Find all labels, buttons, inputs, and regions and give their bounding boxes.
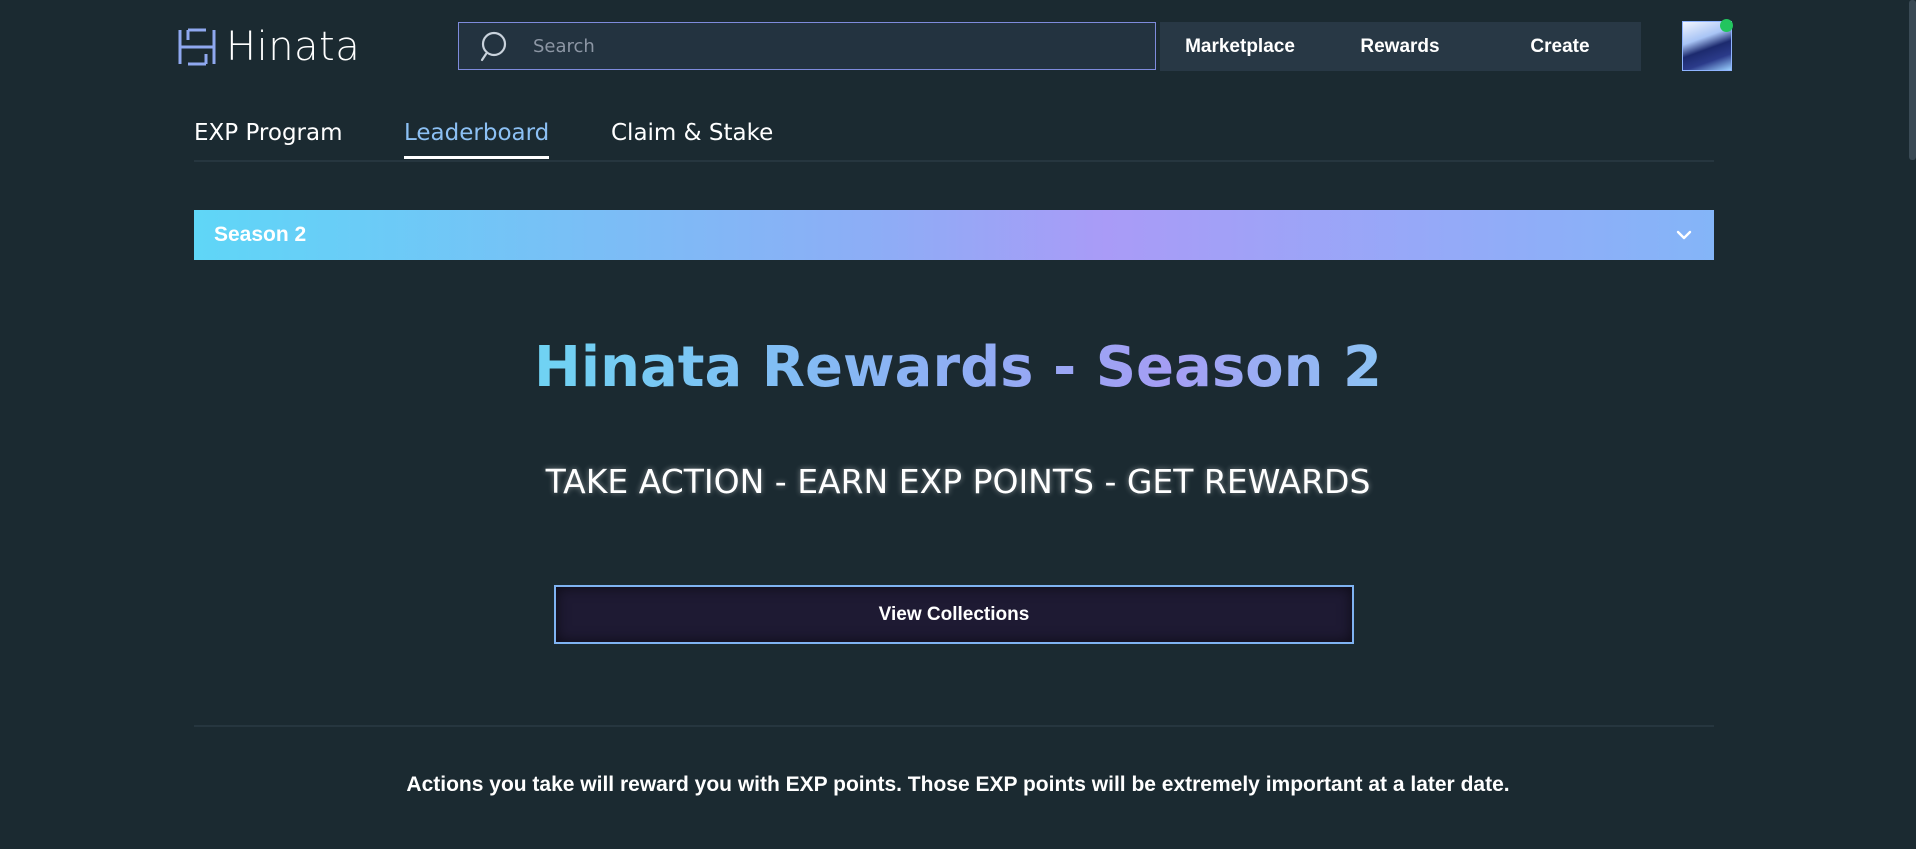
top-nav: Marketplace Rewards Create [1160, 22, 1641, 71]
page-title-text: Hinata Rewards - Season 2 [534, 335, 1382, 400]
nav-create-button[interactable]: Create [1480, 36, 1640, 58]
logo-text: Hinata [226, 24, 361, 70]
nav-rewards-button[interactable]: Rewards [1320, 36, 1480, 58]
chevron-down-icon [1676, 230, 1692, 240]
tab-claim-stake[interactable]: Claim & Stake [611, 120, 773, 156]
search-icon [480, 31, 507, 62]
season-dropdown-label: Season 2 [214, 223, 307, 246]
search-bar[interactable] [458, 22, 1156, 70]
tab-leaderboard[interactable]: Leaderboard [404, 120, 550, 159]
tab-exp-program[interactable]: EXP Program [194, 120, 343, 156]
online-status-dot [1720, 19, 1733, 32]
season-dropdown[interactable]: Season 2 [194, 210, 1714, 260]
section-divider [194, 725, 1714, 727]
top-header: Hinata Marketplace Rewards Create [0, 0, 1916, 95]
search-input[interactable] [531, 34, 1095, 58]
logo[interactable]: Hinata [176, 24, 361, 70]
view-collections-button[interactable]: View Collections [554, 585, 1354, 644]
hinata-logo-icon [178, 28, 216, 66]
description-text: Actions you take will reward you with EX… [406, 773, 1510, 796]
page-title: Hinata Rewards - Season 2 [0, 335, 1916, 400]
tab-bar: EXP Program Leaderboard Claim & Stake [194, 108, 1714, 162]
nav-marketplace-button[interactable]: Marketplace [1160, 36, 1320, 58]
page-subtitle: TAKE ACTION - EARN EXP POINTS - GET REWA… [545, 462, 1371, 501]
page-scrollbar[interactable] [1909, 0, 1916, 160]
